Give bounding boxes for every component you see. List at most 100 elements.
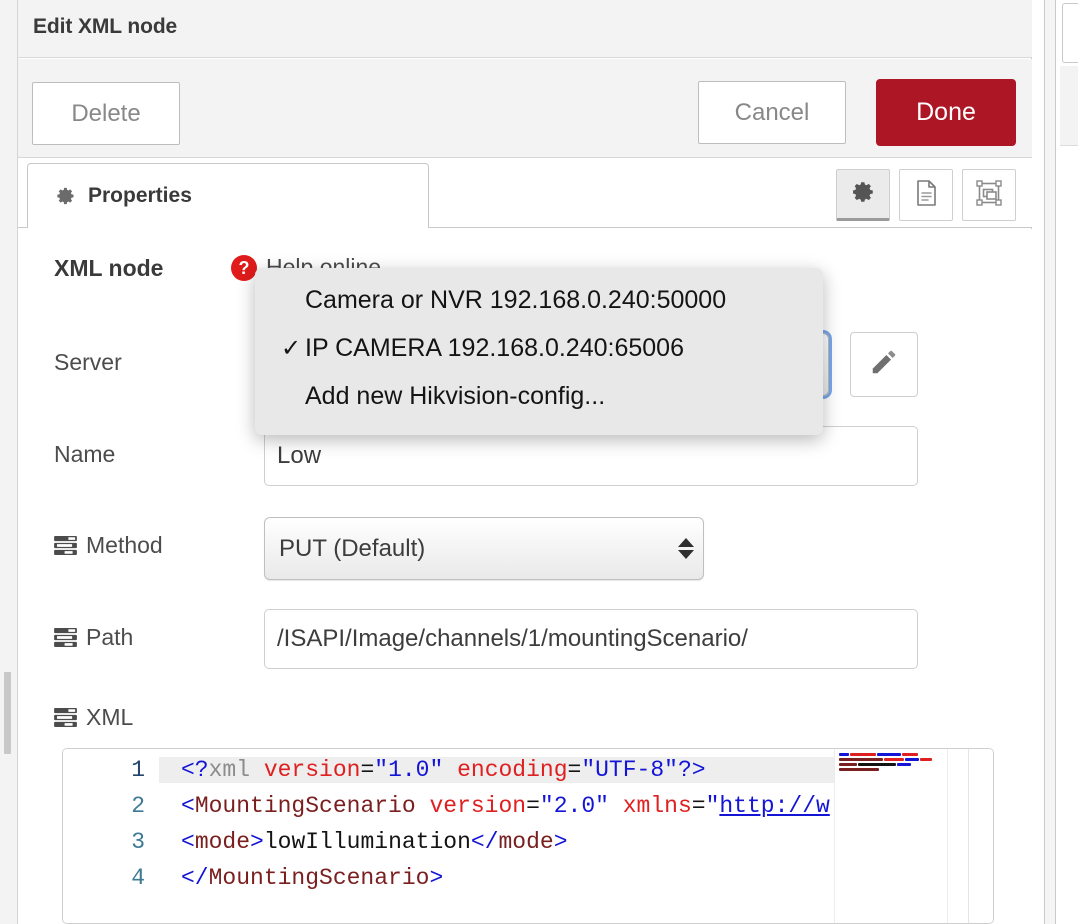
dropdown-item[interactable]: ✓IP CAMERA 192.168.0.240:65006 xyxy=(255,324,823,372)
stack-icon xyxy=(54,536,77,555)
xml-label: XML xyxy=(54,704,133,731)
code-token: > xyxy=(554,829,568,855)
method-select-value: PUT (Default) xyxy=(265,535,669,563)
form-heading: XML node xyxy=(54,255,163,282)
code-token: version xyxy=(264,757,361,783)
code-token xyxy=(609,793,623,819)
dropdown-item[interactable]: Add new Hikvision-config... xyxy=(255,372,823,420)
code-token: > xyxy=(250,829,264,855)
path-input[interactable] xyxy=(264,609,918,669)
done-button[interactable]: Done xyxy=(876,79,1016,146)
code-token: lowIllumination xyxy=(264,829,471,855)
code-token: <? xyxy=(181,757,209,783)
server-label: Server xyxy=(54,349,122,376)
gear-icon xyxy=(850,179,876,210)
cancel-button[interactable]: Cancel xyxy=(698,81,846,144)
code-line-number: 2 xyxy=(131,793,145,819)
background-editor-strip xyxy=(1032,0,1078,924)
dialog-header: Edit XML node xyxy=(18,0,1032,58)
dialog-toolbar: Delete Cancel Done xyxy=(18,59,1032,158)
stack-icon xyxy=(54,628,77,647)
minimap-segment xyxy=(839,758,883,761)
path-label: Path xyxy=(54,624,133,651)
minimap-line xyxy=(839,757,943,761)
view-button-description[interactable] xyxy=(899,169,953,221)
code-minimap[interactable] xyxy=(834,749,947,924)
code-line[interactable]: <mode>lowIllumination</mode> xyxy=(181,829,568,855)
minimap-line xyxy=(839,752,943,756)
minimap-segment xyxy=(839,763,857,766)
code-token: "2.0" xyxy=(540,793,609,819)
method-label: Method xyxy=(54,532,163,559)
code-token: ?> xyxy=(678,757,706,783)
minimap-segment xyxy=(905,758,919,761)
code-token: MountingScenario xyxy=(209,865,430,891)
code-line[interactable]: </MountingScenario> xyxy=(181,865,443,891)
panel-resize-handle[interactable] xyxy=(4,672,11,754)
name-input[interactable] xyxy=(264,426,918,486)
xml-code-editor[interactable]: 1 2 3 4 <?xml version="1.0" encoding="UTF-8… xyxy=(62,748,994,924)
background-panel-top xyxy=(1062,3,1078,63)
document-icon xyxy=(913,179,939,212)
code-token: </ xyxy=(181,865,209,891)
minimap-line xyxy=(839,762,943,766)
code-token xyxy=(443,757,457,783)
dropdown-item[interactable]: Camera or NVR 192.168.0.240:50000 xyxy=(255,276,823,324)
code-token: = xyxy=(526,793,540,819)
code-token: = xyxy=(360,757,374,783)
code-token: xmlns xyxy=(623,793,692,819)
code-line[interactable]: <MountingScenario version="2.0" xmlns="h… xyxy=(181,793,830,819)
stack-icon xyxy=(54,708,77,727)
tab-properties[interactable]: Properties xyxy=(27,163,429,228)
appearance-icon xyxy=(975,179,1003,212)
code-line-number: 1 xyxy=(131,757,145,783)
edit-server-button[interactable] xyxy=(850,332,918,397)
view-mode-buttons xyxy=(836,169,1016,221)
check-icon: ✓ xyxy=(281,334,305,363)
code-line-number: 3 xyxy=(131,829,145,855)
code-token: mode xyxy=(499,829,554,855)
code-token: version xyxy=(429,793,526,819)
app-root: Edit XML node Delete Cancel Done Propert… xyxy=(0,0,1078,924)
minimap-segment xyxy=(877,753,901,756)
minimap-line xyxy=(839,767,943,771)
method-label-text: Method xyxy=(86,532,163,559)
code-token: = xyxy=(568,757,582,783)
xml-label-text: XML xyxy=(86,704,133,731)
minimap-segment xyxy=(920,758,932,761)
dropdown-item-label: Add new Hikvision-config... xyxy=(305,382,605,411)
left-resize-gutter xyxy=(0,0,18,924)
background-panel-mid xyxy=(1060,66,1078,146)
code-token: < xyxy=(181,793,195,819)
name-label: Name xyxy=(54,441,115,468)
code-token: = xyxy=(692,793,706,819)
page-title: Edit XML node xyxy=(33,15,177,39)
code-scroll-gutter[interactable] xyxy=(947,749,993,924)
chevron-updown-icon xyxy=(669,538,703,559)
code-line-number: 4 xyxy=(131,865,145,891)
view-button-properties[interactable] xyxy=(836,169,890,221)
code-token xyxy=(416,793,430,819)
pencil-icon xyxy=(869,347,899,382)
code-line[interactable]: <?xml version="1.0" encoding="UTF-8"?> xyxy=(159,757,903,783)
edit-xml-node-dialog: Edit XML node Delete Cancel Done Propert… xyxy=(18,0,1032,924)
code-line-number-gutter: 1 2 3 4 xyxy=(63,749,159,924)
code-token: < xyxy=(181,829,195,855)
code-token: mode xyxy=(195,829,250,855)
view-button-appearance[interactable] xyxy=(962,169,1016,221)
code-token: " xyxy=(706,793,720,819)
minimap-segment xyxy=(839,768,879,771)
minimap-segment xyxy=(902,753,918,756)
code-token: </ xyxy=(471,829,499,855)
panel-divider[interactable] xyxy=(1044,0,1056,924)
server-dropdown-menu[interactable]: Camera or NVR 192.168.0.240:50000✓IP CAM… xyxy=(255,268,823,435)
help-question-icon: ? xyxy=(231,255,257,281)
code-token: "UTF-8" xyxy=(581,757,678,783)
delete-button[interactable]: Delete xyxy=(32,82,180,145)
dropdown-item-label: IP CAMERA 192.168.0.240:65006 xyxy=(305,334,684,363)
path-label-text: Path xyxy=(86,624,133,651)
method-select[interactable]: PUT (Default) xyxy=(264,517,704,580)
tab-bar: Properties xyxy=(18,158,1032,228)
code-token: "1.0" xyxy=(374,757,443,783)
minimap-segment xyxy=(850,753,876,756)
